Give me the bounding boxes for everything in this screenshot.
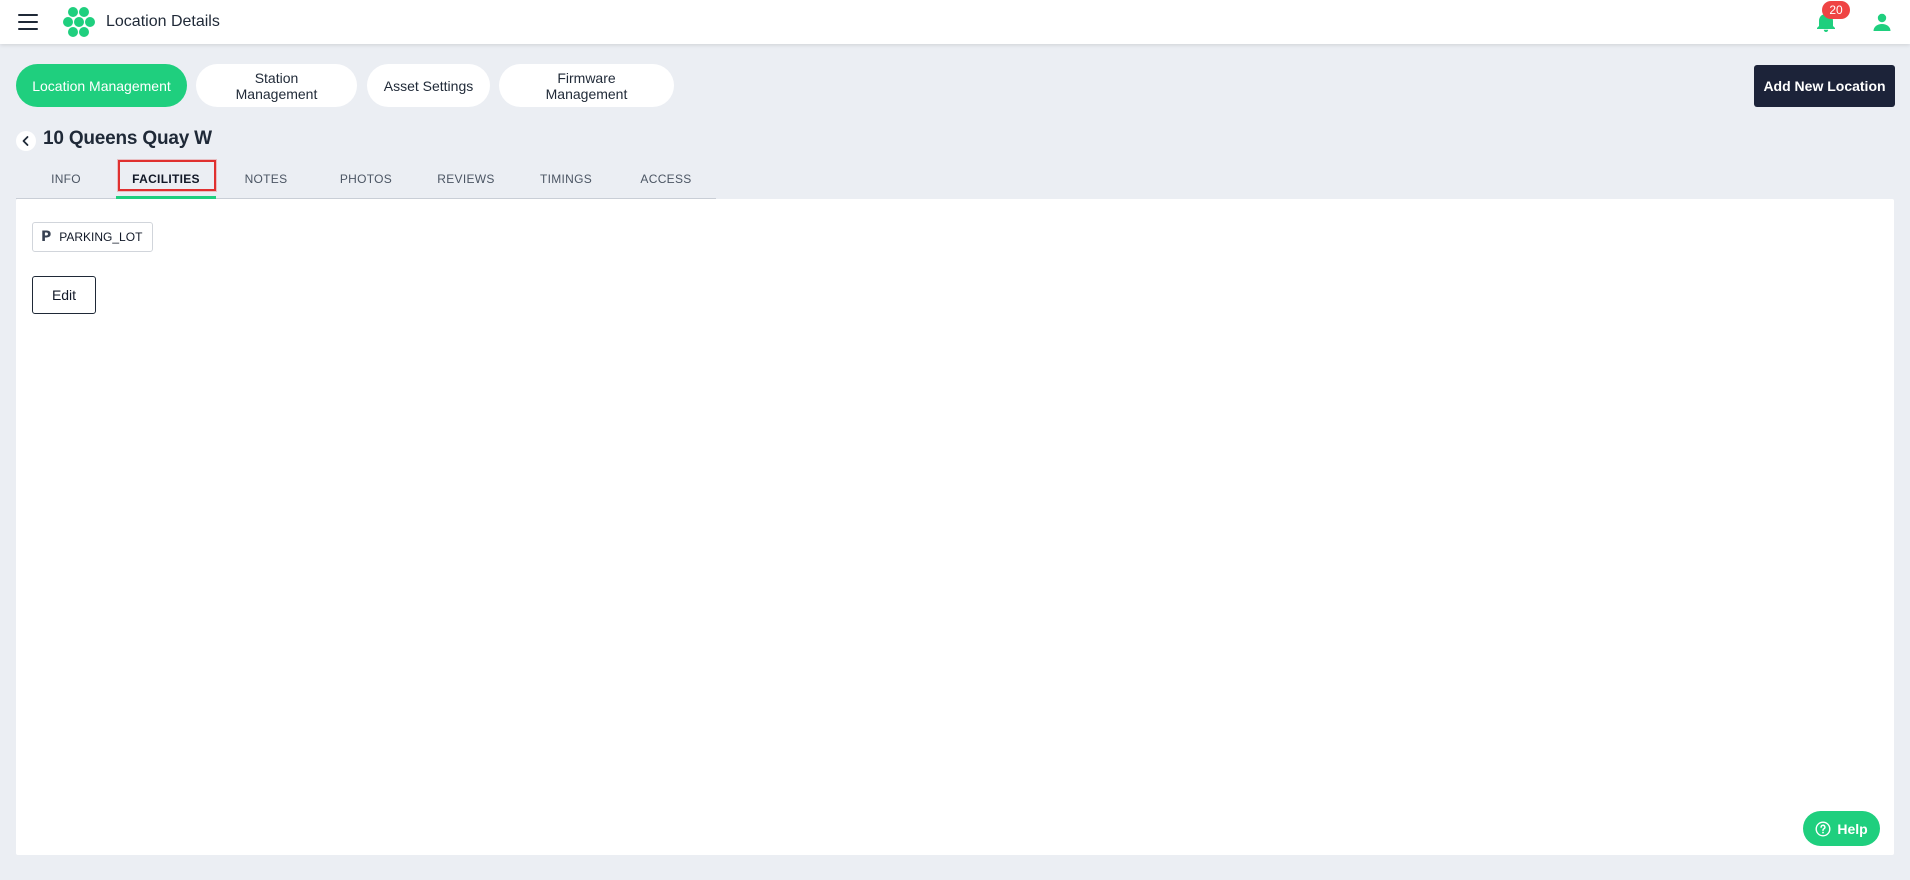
- add-new-location-button[interactable]: Add New Location: [1754, 65, 1895, 107]
- edit-button[interactable]: Edit: [32, 276, 96, 314]
- tab-facilities[interactable]: FACILITIES: [116, 160, 216, 198]
- notification-badge: 20: [1822, 1, 1850, 19]
- menu-icon[interactable]: [18, 14, 38, 30]
- chevron-left-icon: [22, 136, 29, 146]
- nav-station-management[interactable]: Station Management: [196, 64, 357, 107]
- top-header: Location Details 20: [0, 0, 1910, 44]
- back-button[interactable]: [16, 131, 36, 151]
- nav-asset-settings[interactable]: Asset Settings: [367, 64, 490, 107]
- parking-icon: P: [41, 229, 52, 245]
- page-title: Location Details: [106, 13, 220, 30]
- tab-access[interactable]: ACCESS: [616, 160, 716, 198]
- tab-photos[interactable]: PHOTOS: [316, 160, 416, 198]
- nav-location-management[interactable]: Location Management: [16, 64, 187, 107]
- tab-notes[interactable]: NOTES: [216, 160, 316, 198]
- user-icon[interactable]: [1870, 10, 1894, 34]
- nav-firmware-management[interactable]: Firmware Management: [499, 64, 674, 107]
- question-circle-icon: [1815, 820, 1831, 837]
- help-label: Help: [1837, 820, 1868, 837]
- help-button[interactable]: Help: [1803, 811, 1880, 846]
- tab-info[interactable]: INFO: [16, 160, 116, 198]
- tab-timings[interactable]: TIMINGS: [516, 160, 616, 198]
- hexagon-logo-icon: [63, 7, 95, 37]
- location-tabs: INFO FACILITIES NOTES PHOTOS REVIEWS TIM…: [16, 160, 716, 199]
- facility-label: PARKING_LOT: [59, 230, 143, 244]
- location-title: 10 Queens Quay W: [43, 128, 212, 149]
- facilities-panel: P PARKING_LOT Edit: [16, 199, 1894, 855]
- facility-chip-parking-lot: P PARKING_LOT: [32, 222, 154, 252]
- tab-reviews[interactable]: REVIEWS: [416, 160, 516, 198]
